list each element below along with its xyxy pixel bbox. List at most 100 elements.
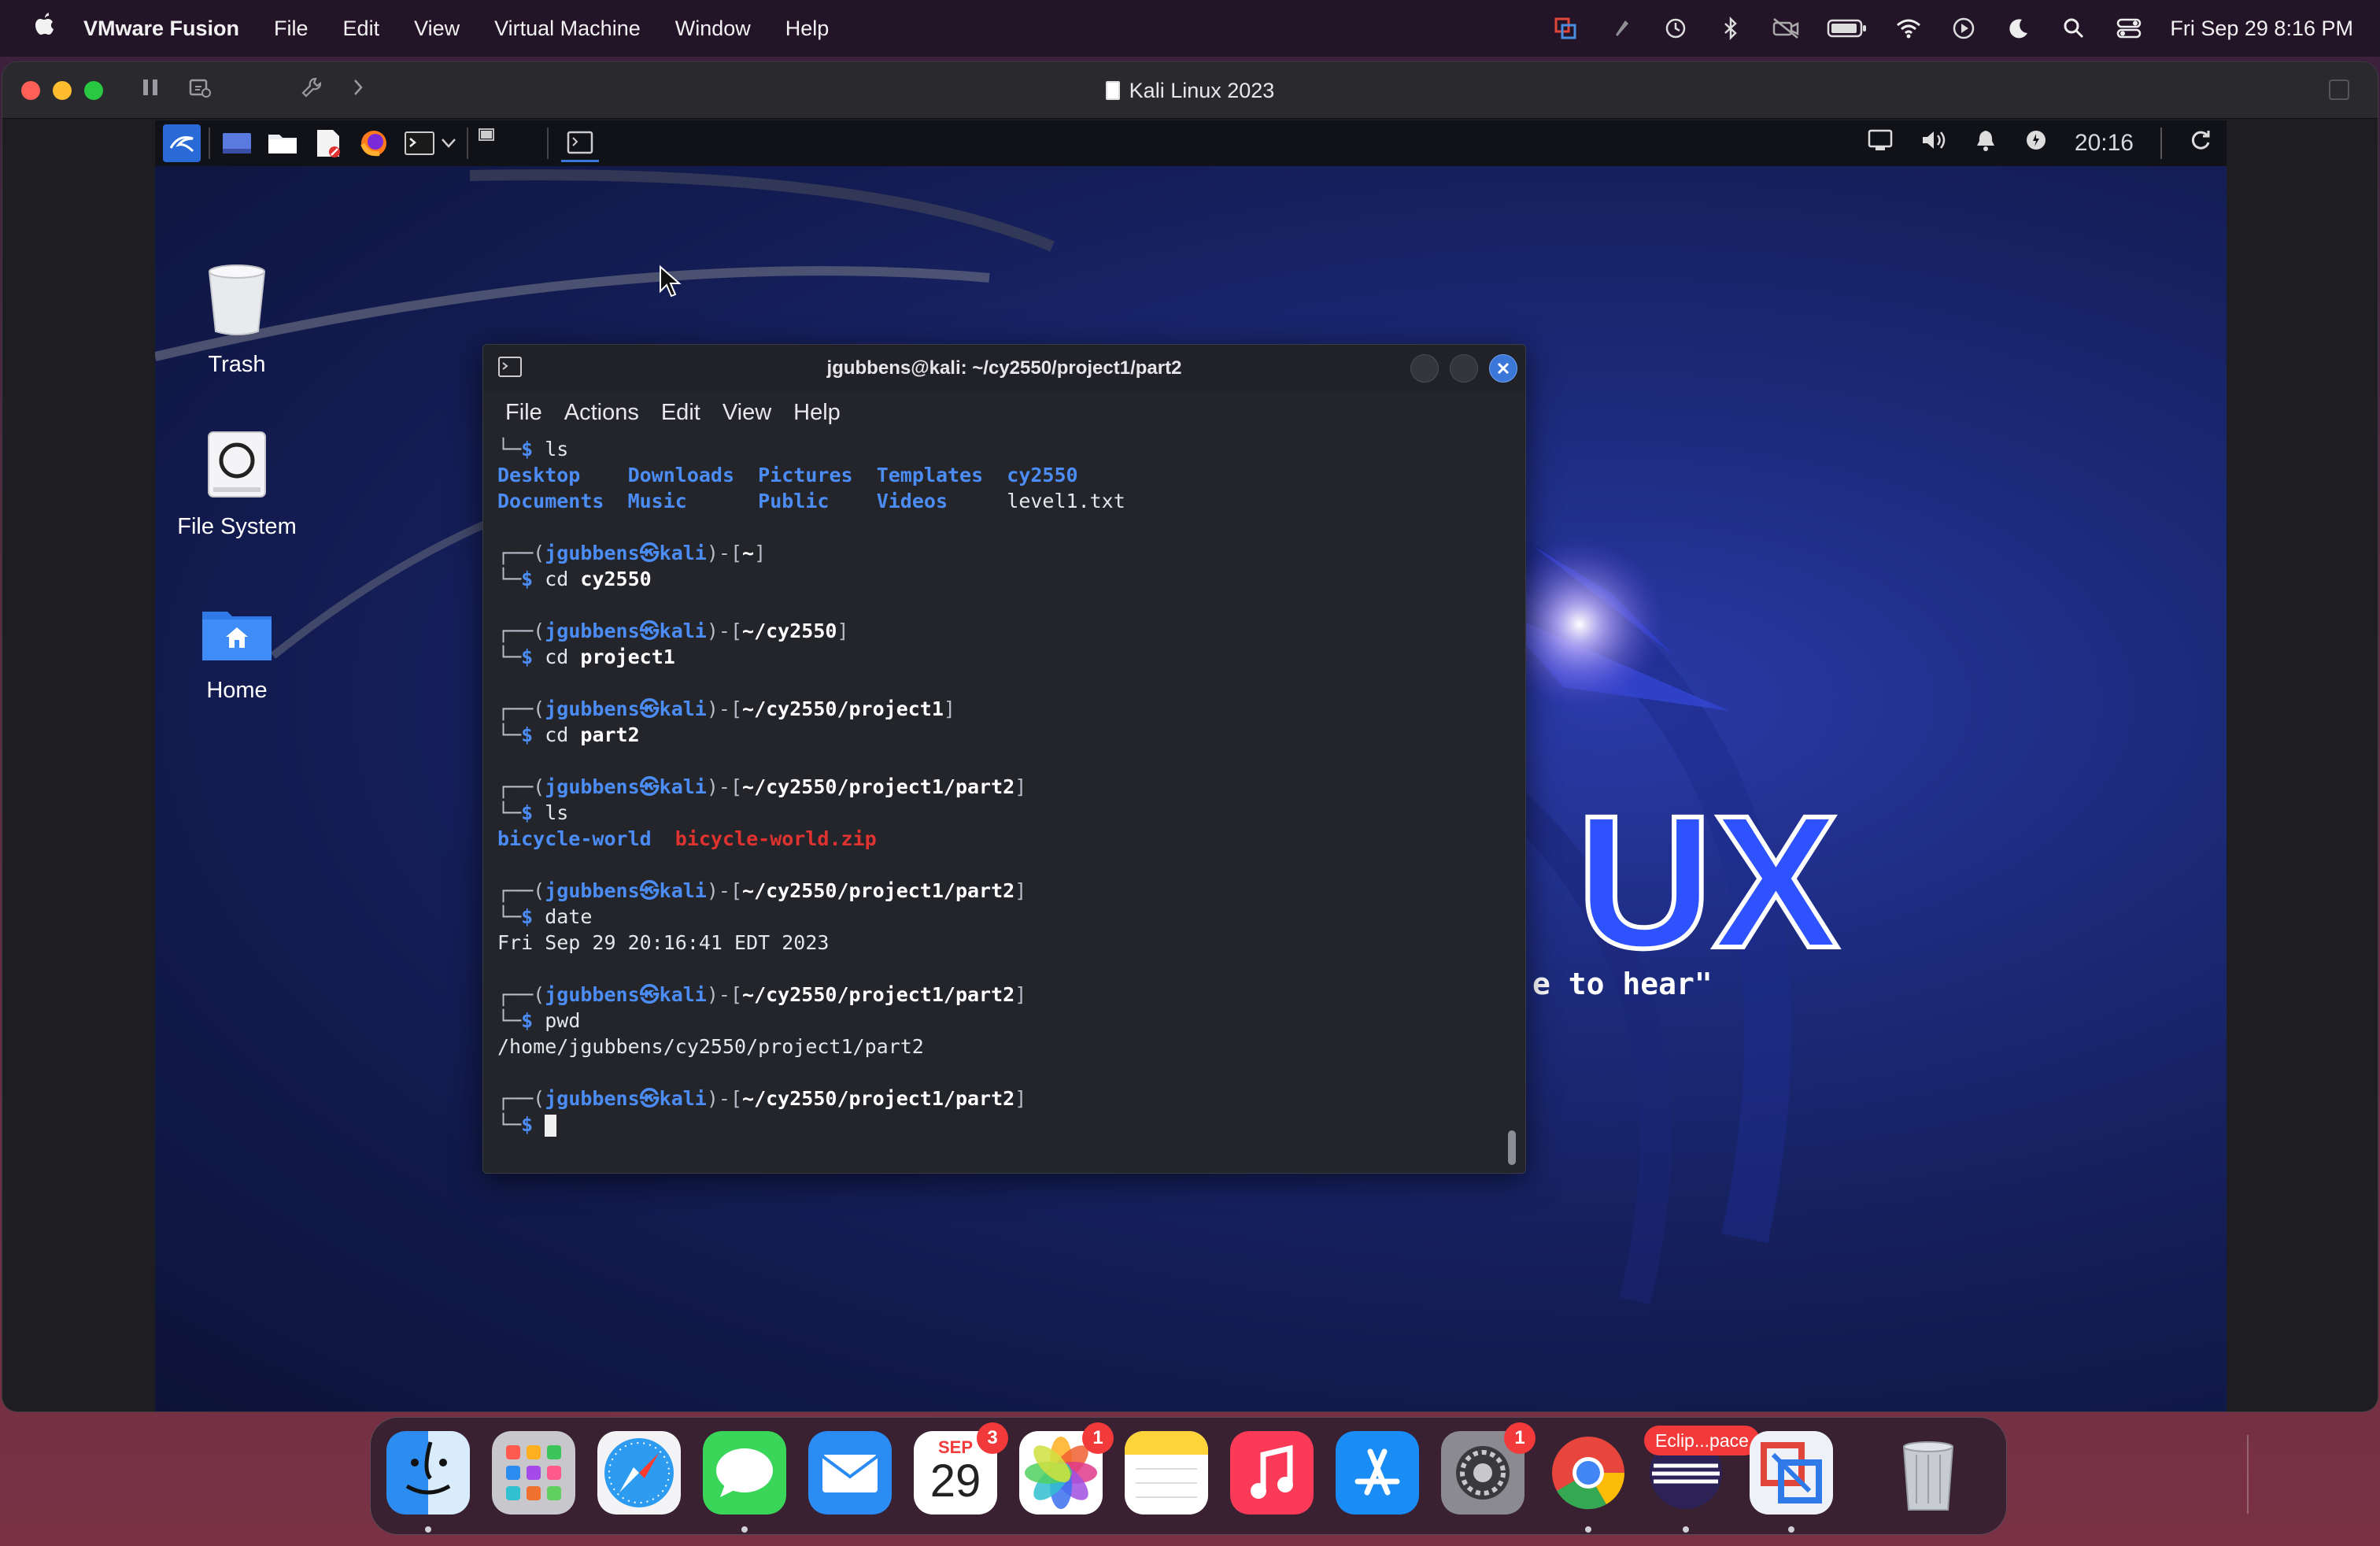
zoom-window-button[interactable] — [84, 80, 103, 100]
prompt-header: ┌──(jgubbens㉿kali)-[~/cy2550/project1] — [497, 697, 955, 720]
prompt-user: jgubbens — [545, 983, 640, 1006]
prompt-header: ┌──(jgubbens㉿kali)-[~] — [497, 542, 767, 564]
panel-clock[interactable]: 20:16 — [2075, 130, 2134, 157]
terminal-menu-actions[interactable]: Actions — [564, 400, 639, 426]
battery-icon[interactable] — [1827, 14, 1868, 43]
desktop-icon-file-system[interactable]: File System — [155, 429, 331, 540]
command-word: cd — [545, 568, 569, 590]
dock-launchpad[interactable] — [492, 1431, 575, 1515]
terminal-close-button[interactable] — [1489, 354, 1517, 383]
menu-virtual-machine[interactable]: Virtual Machine — [494, 17, 641, 41]
menu-help[interactable]: Help — [785, 17, 830, 41]
prompt-path: ~ — [742, 542, 755, 564]
dock-notes[interactable] — [1125, 1431, 1208, 1515]
menu-bar-clock[interactable]: Fri Sep 29 8:16 PM — [2170, 17, 2353, 41]
pause-vm-icon[interactable] — [141, 77, 160, 103]
directory-entry: Music — [627, 490, 687, 512]
terminal-window[interactable]: jgubbens@kali: ~/cy2550/project1/part2 F… — [482, 344, 1526, 1174]
terminal-minimize-button[interactable] — [1410, 354, 1439, 383]
apple-menu-icon[interactable] — [28, 11, 60, 46]
menu-window[interactable]: Window — [675, 17, 751, 41]
chevron-down-icon[interactable] — [438, 124, 459, 162]
command-line: └─$ pwd — [497, 1009, 581, 1032]
dock-finder[interactable] — [386, 1431, 470, 1515]
volume-icon[interactable] — [1920, 128, 1947, 158]
show-desktop-icon[interactable] — [218, 124, 256, 162]
desktop-icon-home[interactable]: Home — [155, 604, 331, 704]
prompt-path: ~/cy2550/project1/part2 — [742, 1087, 1015, 1110]
bluetooth-icon[interactable] — [1717, 14, 1745, 43]
dock-chrome[interactable] — [1547, 1431, 1630, 1515]
restore-icon[interactable] — [2329, 80, 2349, 100]
dock-trash[interactable] — [1887, 1431, 1970, 1515]
finder-icon — [386, 1431, 470, 1515]
now-playing-icon[interactable] — [1949, 14, 1978, 43]
terminal-menu-view[interactable]: View — [722, 400, 771, 426]
app-store-icon — [1336, 1431, 1419, 1515]
menu-edit[interactable]: Edit — [343, 17, 380, 41]
vmware-titlebar[interactable]: Kali Linux 2023 — [2, 62, 2378, 119]
desktop-icon-trash[interactable]: Trash — [155, 262, 331, 378]
control-center-icon[interactable] — [2115, 14, 2143, 43]
taskbar-terminal-button[interactable] — [561, 124, 599, 162]
command-word: ls — [545, 801, 569, 824]
terminal-maximize-button[interactable] — [1450, 354, 1478, 383]
command-line: └─$ ls — [497, 438, 569, 460]
prompt-header: ┌──(jgubbens㉿kali)-[~/cy2550] — [497, 620, 849, 642]
vmware-window: Kali Linux 2023 UX e to hear" 20:16 Tras… — [2, 61, 2378, 1412]
dock-safari[interactable] — [597, 1431, 681, 1515]
command-line: └─$ — [497, 1111, 1502, 1137]
menu-view[interactable]: View — [414, 17, 460, 41]
kali-menu-icon[interactable] — [163, 124, 201, 162]
refresh-icon[interactable] — [2189, 128, 2212, 158]
settings-wrench-icon[interactable] — [300, 76, 323, 105]
dock-app-store[interactable] — [1336, 1431, 1419, 1515]
terminal-window-buttons — [1410, 354, 1517, 383]
muted-camera-icon[interactable] — [1772, 14, 1800, 43]
focus-moon-icon[interactable] — [2005, 14, 2033, 43]
wifi-icon[interactable] — [1894, 14, 1923, 43]
dock-messages[interactable] — [703, 1431, 786, 1515]
prompt-user: jgubbens — [545, 542, 640, 564]
chevron-right-icon[interactable] — [352, 77, 364, 103]
snapshot-icon[interactable] — [188, 76, 212, 104]
dock-vmware-fusion[interactable] — [1750, 1431, 1833, 1515]
menu-bar-status-area: Fri Sep 29 8:16 PM — [1551, 0, 2353, 57]
minimize-window-button[interactable] — [53, 80, 72, 100]
file-manager-icon[interactable] — [264, 124, 301, 162]
workspace-switcher[interactable] — [476, 124, 539, 162]
mail-icon — [808, 1431, 892, 1515]
app-menu-vmware[interactable]: VMware Fusion — [83, 17, 239, 41]
dock-music[interactable] — [1230, 1431, 1314, 1515]
terminal-menu-file[interactable]: File — [505, 400, 542, 426]
dock-mail[interactable] — [808, 1431, 892, 1515]
terminal-output[interactable]: └─$ ls Desktop Downloads Pictures Templat… — [497, 436, 1502, 1173]
vmware-status-icon[interactable] — [1551, 14, 1580, 43]
directory-entry: cy2550 — [1007, 464, 1078, 486]
terminal-cursor — [545, 1115, 557, 1137]
text-editor-icon[interactable] — [309, 124, 347, 162]
command-line: └─$ date — [497, 905, 593, 928]
display-icon[interactable] — [1867, 128, 1894, 158]
terminal-title: jgubbens@kali: ~/cy2550/project1/part2 — [826, 357, 1182, 379]
time-machine-icon[interactable] — [1661, 14, 1690, 43]
terminal-titlebar[interactable]: jgubbens@kali: ~/cy2550/project1/part2 — [483, 345, 1525, 392]
rocket-icon[interactable] — [1606, 14, 1635, 43]
menu-file[interactable]: File — [274, 17, 309, 41]
firefox-icon[interactable] — [355, 124, 393, 162]
wallpaper-brand-text: UX — [1576, 776, 1839, 987]
terminal-menu-help[interactable]: Help — [793, 400, 841, 426]
directory-entry: Pictures — [758, 464, 853, 486]
power-icon[interactable] — [2024, 128, 2048, 158]
prompt-host: kali — [659, 697, 707, 720]
terminal-menu-edit[interactable]: Edit — [661, 400, 700, 426]
guest-display[interactable]: UX e to hear" 20:16 Trash File System Ho… — [155, 120, 2227, 1411]
directory-entry: bicycle-world — [497, 827, 652, 850]
prompt-host: kali — [659, 620, 707, 642]
spotlight-search-icon[interactable] — [2060, 14, 2088, 43]
notifications-bell-icon[interactable] — [1974, 128, 1998, 158]
terminal-launcher-icon[interactable] — [401, 124, 438, 162]
command-word: ls — [545, 438, 569, 460]
close-window-button[interactable] — [21, 80, 40, 100]
terminal-scrollbar[interactable] — [1508, 1130, 1516, 1165]
